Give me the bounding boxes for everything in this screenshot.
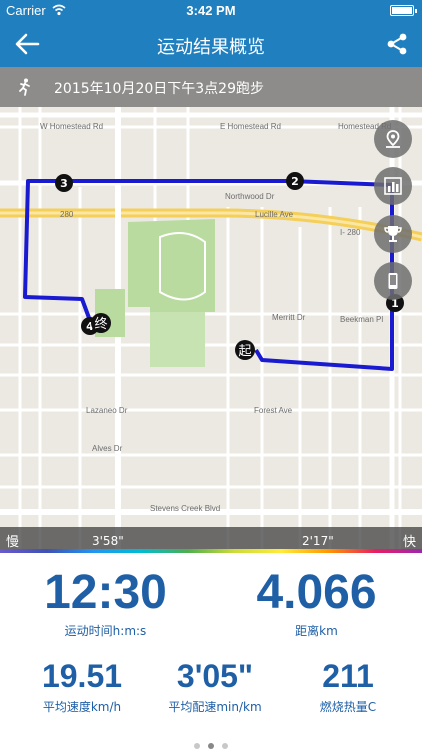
start-marker[interactable]: 起: [235, 340, 255, 360]
distance-value: 4.066: [256, 566, 377, 619]
trophy-icon: [384, 226, 402, 242]
page-dot-active[interactable]: [208, 743, 214, 749]
end-marker[interactable]: 终: [91, 313, 111, 333]
street-label: E Homestead Rd: [220, 122, 281, 131]
street-label: Lazaneo Dr: [86, 406, 128, 415]
street-label: Beekman Pl: [340, 315, 383, 324]
slow-label: 慢: [6, 535, 20, 550]
pace-gradient: [0, 549, 422, 553]
calories-value: 211: [322, 658, 374, 694]
status-bar: Carrier 3:42 PM: [0, 0, 422, 22]
page-indicator[interactable]: [0, 734, 422, 750]
fast-label: 快: [402, 535, 416, 550]
waypoint-marker[interactable]: 3: [55, 174, 73, 192]
svg-text:2: 2: [291, 175, 299, 188]
page-title: 运动结果概览: [157, 37, 265, 58]
location-pin-icon: [386, 130, 400, 148]
street-label: I- 280: [340, 228, 361, 237]
trophy-button[interactable]: [374, 215, 412, 253]
share-icon[interactable]: [386, 33, 408, 55]
device-button[interactable]: [374, 262, 412, 300]
street-label: Northwood Dr: [225, 192, 275, 201]
run-datetime: 2015年10月20日下午3点29跑步: [54, 81, 264, 97]
street-label: Forest Ave: [254, 406, 293, 415]
street-label: W Homestead Rd: [40, 122, 103, 131]
phone-icon: [388, 273, 398, 289]
route-map[interactable]: W Homestead Rd E Homestead Rd Homestead …: [0, 67, 422, 553]
pace-legend: 慢 3'58" 2'17" 快: [0, 527, 422, 553]
slowest-pace: 3'58": [92, 534, 124, 548]
page-dot[interactable]: [222, 743, 228, 749]
battery-icon: [390, 5, 417, 16]
waypoint-marker[interactable]: 2: [286, 172, 304, 190]
avg-pace-label: 平均配速min/km: [168, 700, 262, 714]
avg-speed-value: 19.51: [41, 658, 123, 694]
clock-time: 3:42 PM: [186, 3, 236, 18]
location-pin-button[interactable]: [374, 120, 412, 158]
avg-pace-value: 3'05": [176, 658, 254, 694]
run-info-strip: 2015年10月20日下午3点29跑步: [0, 67, 422, 107]
svg-text:终: 终: [94, 316, 107, 332]
street-label: Alves Dr: [92, 444, 123, 453]
street-label: 280: [60, 210, 74, 219]
runner-icon: [19, 78, 30, 96]
distance-label: 距离km: [295, 624, 338, 638]
calories-label: 燃烧热量C: [319, 700, 377, 714]
duration-value: 12:30: [44, 566, 167, 619]
bar-chart-icon: [384, 177, 402, 195]
street-label: Stevens Creek Blvd: [150, 504, 220, 513]
svg-text:起: 起: [238, 344, 251, 359]
street-label: Lucille Ave: [255, 210, 294, 219]
street-label: Merritt Dr: [272, 313, 306, 322]
map-canvas: W Homestead Rd E Homestead Rd Homestead …: [0, 107, 422, 553]
chart-button[interactable]: [374, 167, 412, 205]
nav-bar: 运动结果概览: [0, 22, 422, 67]
avg-speed-label: 平均速度km/h: [42, 700, 122, 714]
svg-text:3: 3: [60, 177, 68, 190]
fastest-pace: 2'17": [302, 534, 334, 548]
duration-label: 运动时间h:m:s: [64, 624, 147, 638]
page-dot[interactable]: [194, 743, 200, 749]
